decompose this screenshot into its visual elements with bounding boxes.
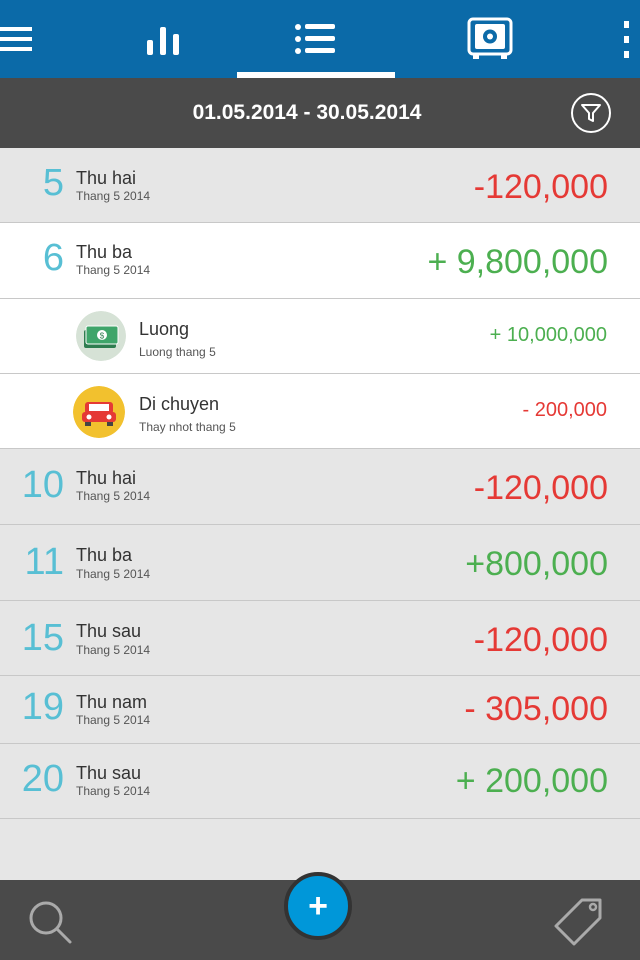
car-icon <box>73 386 125 438</box>
weekday-label: Thu nam <box>76 692 148 712</box>
day-number: 20 <box>21 758 64 800</box>
transaction-list: 5 Thu hai Thang 5 2014 -120,000 6 Thu ba… <box>0 148 640 819</box>
safe-icon <box>467 17 513 59</box>
search-icon <box>29 901 72 944</box>
day-total: + 200,000 <box>455 762 608 800</box>
day-total: +800,000 <box>465 545 608 583</box>
day-number: 5 <box>42 162 64 204</box>
day-row-expanded[interactable]: 6 Thu ba Thang 5 2014 + 9,800,000 <box>0 223 640 299</box>
day-number: 11 <box>24 541 64 583</box>
day-row[interactable]: 10 Thu hai Thang 5 2014 -120,000 <box>0 449 640 525</box>
bar-chart-icon <box>147 27 179 55</box>
transaction-row[interactable]: Di chuyen Thay nhot thang 5 - 200,000 <box>0 374 640 449</box>
day-total: -120,000 <box>473 621 608 659</box>
menu-button[interactable] <box>0 0 40 78</box>
weekday-label: Thu hai <box>76 468 137 488</box>
more-vertical-icon <box>624 21 629 58</box>
month-label: Thang 5 2014 <box>76 567 151 581</box>
tab-wallet[interactable] <box>440 0 540 78</box>
add-transaction-button[interactable]: + <box>284 872 352 940</box>
more-options-button[interactable] <box>600 0 640 78</box>
day-total: + 9,800,000 <box>427 243 608 281</box>
day-number: 15 <box>21 617 64 659</box>
date-range-bar: 01.05.2014 - 30.05.2014 <box>0 78 640 148</box>
day-total: - 305,000 <box>464 690 608 728</box>
category-name: Luong <box>139 319 190 339</box>
month-label: Thang 5 2014 <box>76 784 151 798</box>
day-row[interactable]: 19 Thu nam Thang 5 2014 - 305,000 <box>0 676 640 744</box>
add-icon: + <box>308 887 328 925</box>
transaction-note: Thay nhot thang 5 <box>139 420 236 434</box>
filter-icon <box>581 104 601 122</box>
day-row[interactable]: 20 Thu sau Thang 5 2014 + 200,000 <box>0 744 640 819</box>
search-button[interactable] <box>20 898 76 948</box>
day-number: 6 <box>42 237 64 279</box>
top-nav-bar <box>0 0 640 78</box>
tag-button[interactable] <box>548 894 608 950</box>
month-label: Thang 5 2014 <box>76 489 151 503</box>
day-number: 19 <box>21 686 64 728</box>
day-total: -120,000 <box>473 469 608 507</box>
day-row[interactable]: 15 Thu sau Thang 5 2014 -120,000 <box>0 601 640 676</box>
month-label: Thang 5 2014 <box>76 643 151 657</box>
tab-transactions[interactable] <box>237 0 395 78</box>
svg-text:$: $ <box>100 332 105 341</box>
transaction-note: Luong thang 5 <box>139 345 216 359</box>
weekday-label: Thu ba <box>76 242 133 262</box>
day-total: -120,000 <box>473 168 608 206</box>
weekday-label: Thu sau <box>76 621 142 641</box>
list-icon <box>295 24 335 54</box>
transaction-amount: + 10,000,000 <box>489 324 607 346</box>
bottom-toolbar: + <box>0 872 640 960</box>
date-range-label[interactable]: 01.05.2014 - 30.05.2014 <box>0 78 614 148</box>
menu-icon <box>0 27 32 51</box>
month-label: Thang 5 2014 <box>76 713 151 727</box>
month-label: Thang 5 2014 <box>76 189 151 203</box>
day-number: 10 <box>21 464 64 506</box>
weekday-label: Thu ba <box>76 545 133 565</box>
transaction-row[interactable]: $ Luong Luong thang 5 + 10,000,000 <box>0 299 640 374</box>
weekday-label: Thu hai <box>76 168 137 188</box>
month-label: Thang 5 2014 <box>76 263 151 277</box>
filter-button[interactable] <box>571 93 611 133</box>
cash-icon: $ <box>76 311 126 361</box>
transaction-amount: - 200,000 <box>522 399 607 421</box>
weekday-label: Thu sau <box>76 763 142 783</box>
day-row[interactable]: 11 Thu ba Thang 5 2014 +800,000 <box>0 525 640 601</box>
category-name: Di chuyen <box>139 394 220 414</box>
day-row[interactable]: 5 Thu hai Thang 5 2014 -120,000 <box>0 148 640 223</box>
tag-icon <box>554 898 602 946</box>
tab-statistics[interactable] <box>118 0 208 78</box>
